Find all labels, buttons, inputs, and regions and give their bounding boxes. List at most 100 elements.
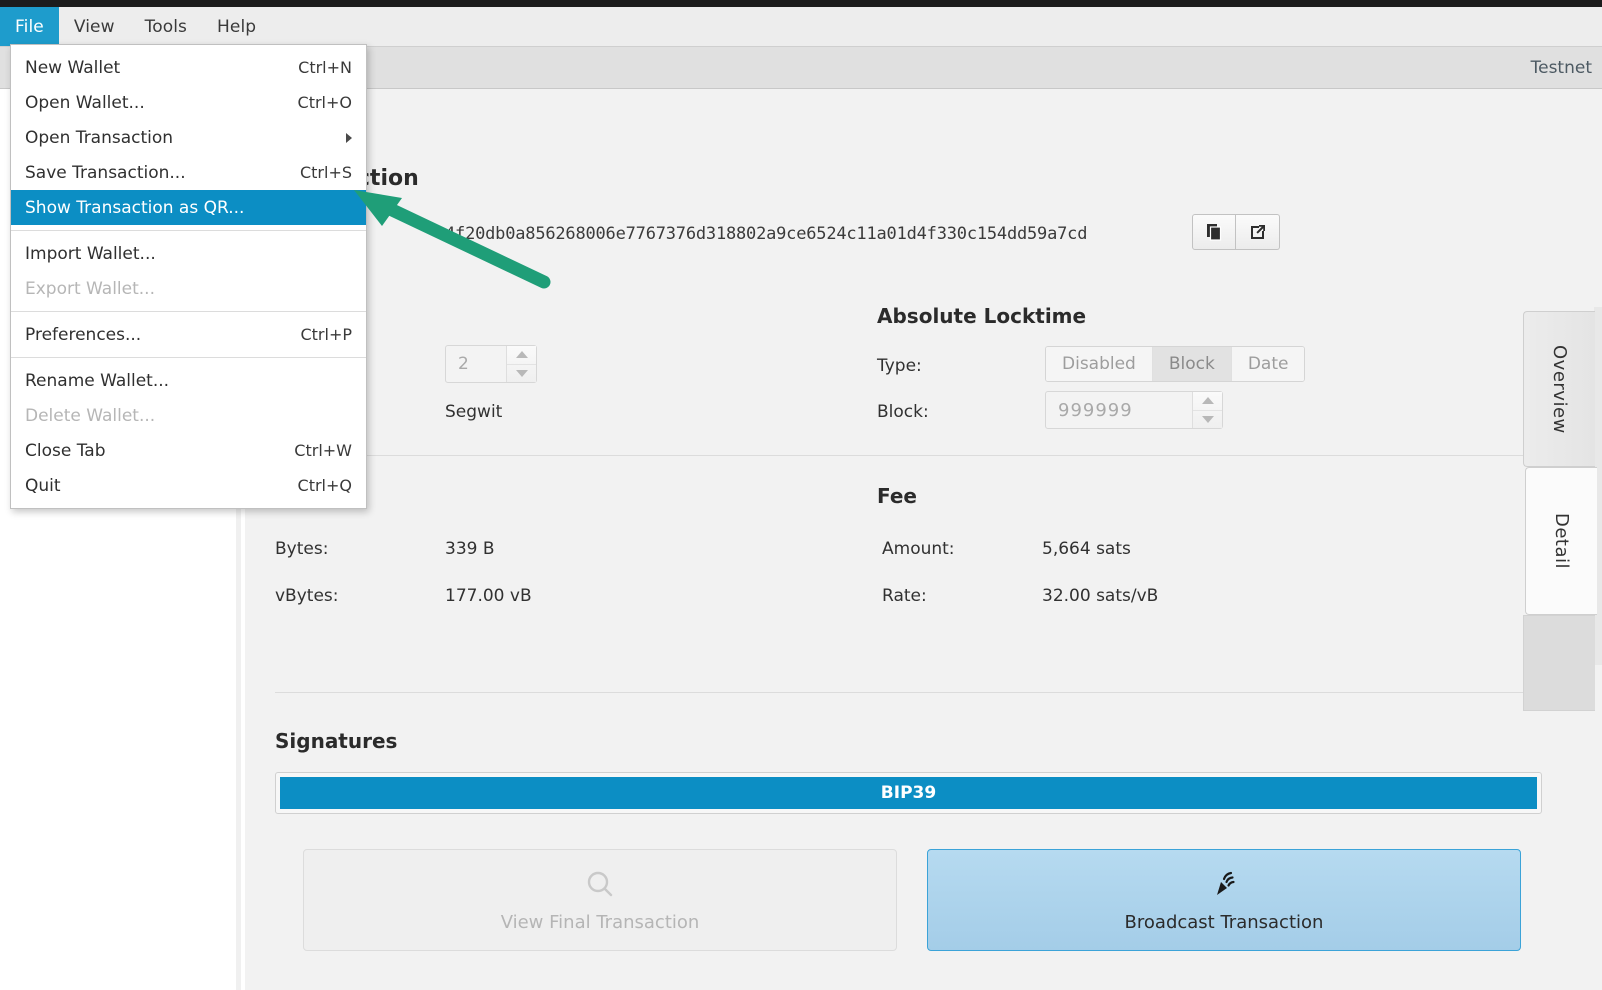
menu-item-export-wallet: Export Wallet...: [11, 271, 366, 306]
file-menu-popup[interactable]: New Wallet Ctrl+N Open Wallet... Ctrl+O …: [10, 44, 367, 509]
inputs-count-stepper[interactable]: 2: [445, 345, 537, 383]
menu-help[interactable]: Help: [202, 7, 271, 46]
fee-amount-value: 5,664 sats: [1042, 539, 1131, 559]
menu-item-delete-wallet-label: Delete Wallet...: [25, 406, 155, 426]
side-tab-overview[interactable]: Overview: [1523, 311, 1595, 467]
menu-item-preferences-label: Preferences...: [25, 325, 141, 345]
fee-rate-value: 32.00 sats/vB: [1042, 586, 1158, 606]
menu-item-show-transaction-as-qr-label: Show Transaction as QR...: [25, 198, 244, 218]
menu-separator-2: [11, 311, 366, 312]
view-final-transaction-label: View Final Transaction: [501, 912, 700, 933]
copy-icon: [1204, 222, 1224, 242]
menu-item-quit-accel: Ctrl+Q: [298, 476, 352, 495]
view-final-transaction-button[interactable]: View Final Transaction: [303, 849, 897, 951]
side-tab-detail[interactable]: Detail: [1525, 467, 1597, 615]
menu-item-preferences-accel: Ctrl+P: [300, 325, 352, 344]
menu-item-rename-wallet-label: Rename Wallet...: [25, 371, 169, 391]
inputs-count-down[interactable]: [507, 365, 536, 383]
menu-tools[interactable]: Tools: [130, 7, 202, 46]
locktime-type-segmented[interactable]: Disabled Block Date: [1045, 346, 1305, 382]
chevron-up-icon: [516, 351, 528, 358]
locktime-block-label: Block:: [877, 402, 929, 422]
broadcast-icon: [1207, 868, 1241, 902]
menu-item-new-wallet-label: New Wallet: [25, 58, 120, 78]
side-tab-detail-label: Detail: [1551, 513, 1572, 569]
magnifier-icon: [583, 868, 617, 902]
locktime-type-disabled[interactable]: Disabled: [1046, 347, 1153, 381]
size-vbytes-value: 177.00 vB: [445, 586, 532, 606]
menu-view-label: View: [74, 17, 115, 37]
inputs-type-value: Segwit: [445, 402, 502, 422]
chevron-up-icon: [1202, 397, 1214, 404]
menu-bar: File View Tools Help: [0, 7, 1602, 47]
menu-item-open-wallet[interactable]: Open Wallet... Ctrl+O: [11, 85, 366, 120]
menu-item-preferences[interactable]: Preferences... Ctrl+P: [11, 317, 366, 352]
locktime-type-label: Type:: [877, 356, 922, 376]
menu-item-close-tab[interactable]: Close Tab Ctrl+W: [11, 433, 366, 468]
menu-item-new-wallet[interactable]: New Wallet Ctrl+N: [11, 50, 366, 85]
menu-item-save-transaction-accel: Ctrl+S: [300, 163, 352, 182]
external-link-icon: [1248, 222, 1268, 242]
menu-help-label: Help: [217, 17, 256, 37]
menu-item-open-wallet-label: Open Wallet...: [25, 93, 145, 113]
fee-amount-label: Amount:: [882, 539, 955, 559]
menu-item-save-transaction-label: Save Transaction...: [25, 163, 186, 183]
chevron-down-icon: [516, 370, 528, 377]
menu-item-close-tab-accel: Ctrl+W: [294, 441, 352, 460]
copy-txid-button[interactable]: [1192, 214, 1236, 250]
inputs-count-arrows[interactable]: [506, 346, 536, 382]
menu-separator-3: [11, 357, 366, 358]
locktime-type-block[interactable]: Block: [1153, 347, 1232, 381]
locktime-heading: Absolute Locktime: [877, 304, 1086, 328]
signatures-heading: Signatures: [275, 729, 397, 753]
locktime-type-date[interactable]: Date: [1232, 347, 1305, 381]
locktime-block-arrows[interactable]: [1192, 392, 1222, 428]
menu-item-open-transaction[interactable]: Open Transaction: [11, 120, 366, 155]
broadcast-transaction-button[interactable]: Broadcast Transaction: [927, 849, 1521, 951]
application-window: File View Tools Help Testnet Transaction…: [0, 0, 1602, 990]
signatures-progress-wrap: BIP39: [275, 772, 1542, 814]
menu-item-delete-wallet: Delete Wallet...: [11, 398, 366, 433]
inputs-count-value: 2: [446, 346, 506, 382]
size-vbytes-label: vBytes:: [275, 586, 339, 606]
menu-separator-1: [11, 230, 366, 231]
menu-tools-label: Tools: [145, 17, 187, 37]
transaction-detail-pane: Transaction ID: 4f20db0a856268006e776737…: [245, 89, 1602, 990]
menu-item-new-wallet-accel: Ctrl+N: [298, 58, 352, 77]
side-tabs-rail: Overview Detail: [1523, 311, 1598, 661]
transaction-id-value: 4f20db0a856268006e7767376d318802a9ce6524…: [445, 224, 1087, 244]
menu-item-quit[interactable]: Quit Ctrl+Q: [11, 468, 366, 503]
window-titlebar-strip: [0, 0, 1602, 7]
fee-rate-label: Rate:: [882, 586, 927, 606]
side-tab-overview-label: Overview: [1549, 345, 1570, 434]
menu-item-save-transaction[interactable]: Save Transaction... Ctrl+S: [11, 155, 366, 190]
size-bytes-label: Bytes:: [275, 539, 328, 559]
signature-bip39-bar[interactable]: BIP39: [280, 777, 1537, 809]
section-divider-bottom: [275, 692, 1542, 693]
menu-item-export-wallet-label: Export Wallet...: [25, 279, 155, 299]
locktime-block-up[interactable]: [1193, 392, 1222, 411]
locktime-block-stepper[interactable]: 999999: [1045, 391, 1223, 429]
broadcast-transaction-label: Broadcast Transaction: [1125, 912, 1324, 933]
menu-item-import-wallet-label: Import Wallet...: [25, 244, 156, 264]
menu-item-show-transaction-as-qr[interactable]: Show Transaction as QR...: [11, 190, 366, 225]
section-divider-top: [275, 455, 1542, 456]
menu-file[interactable]: File: [0, 7, 59, 46]
locktime-block-value: 999999: [1046, 392, 1192, 428]
menu-item-import-wallet[interactable]: Import Wallet...: [11, 236, 366, 271]
inputs-count-up[interactable]: [507, 346, 536, 365]
size-bytes-value: 339 B: [445, 539, 495, 559]
menu-item-rename-wallet[interactable]: Rename Wallet...: [11, 363, 366, 398]
menu-file-label: File: [15, 17, 44, 37]
menu-item-quit-label: Quit: [25, 476, 61, 496]
side-tabs-filler: [1523, 615, 1595, 711]
menu-item-open-transaction-label: Open Transaction: [25, 128, 173, 148]
chevron-down-icon: [1202, 416, 1214, 423]
open-txid-button[interactable]: [1236, 214, 1280, 250]
fee-heading: Fee: [877, 484, 917, 508]
menu-item-open-wallet-accel: Ctrl+O: [298, 93, 352, 112]
submenu-arrow-icon: [346, 133, 352, 143]
menu-view[interactable]: View: [59, 7, 130, 46]
locktime-block-down[interactable]: [1193, 411, 1222, 429]
network-badge: Testnet: [1531, 58, 1592, 78]
